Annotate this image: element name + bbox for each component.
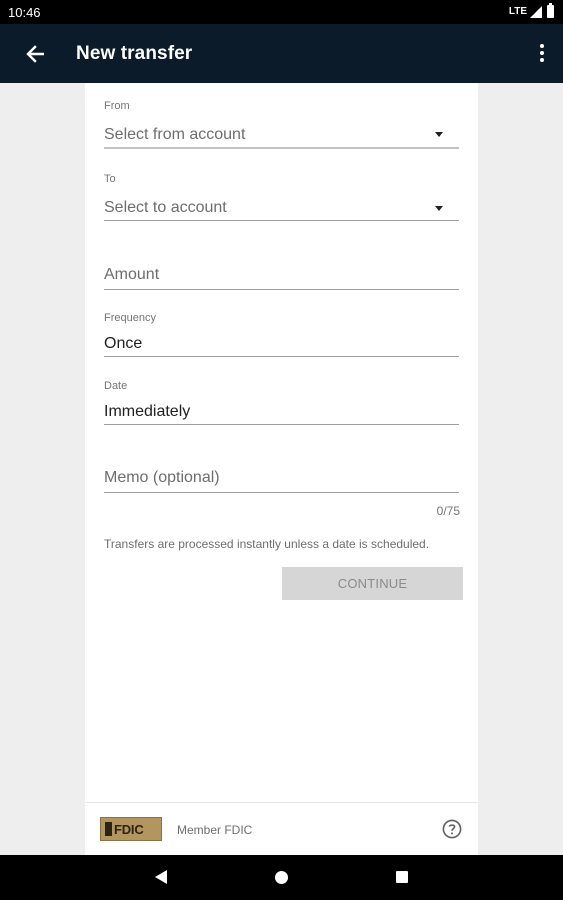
field-underline <box>104 356 459 357</box>
transfer-form-card: From Select from account To Select to ac… <box>85 83 478 855</box>
from-account-select[interactable]: From Select from account <box>104 83 459 153</box>
status-bar: 10:46 LTE <box>0 0 563 24</box>
field-underline <box>104 220 459 221</box>
dropdown-arrow-icon <box>435 132 443 137</box>
page-title: New transfer <box>76 43 193 64</box>
field-underline <box>104 147 459 149</box>
fdic-logo-text: FDIC <box>114 821 144 837</box>
battery-icon <box>547 3 554 18</box>
memo-placeholder: Memo (optional) <box>104 469 220 486</box>
to-account-select[interactable]: To Select to account <box>104 153 459 223</box>
signal-icon <box>530 6 542 18</box>
status-time: 10:46 <box>8 5 41 20</box>
back-button[interactable] <box>20 39 50 69</box>
arrow-back-icon <box>26 45 44 63</box>
to-placeholder: Select to account <box>104 199 227 216</box>
dropdown-arrow-icon <box>435 206 443 211</box>
member-fdic-text: Member FDIC <box>177 823 253 837</box>
frequency-label: Frequency <box>104 312 156 324</box>
nav-back-icon[interactable] <box>155 870 167 884</box>
field-underline <box>104 289 459 290</box>
field-underline <box>104 424 459 425</box>
fdic-logo: FDIC <box>100 817 162 841</box>
more-options-button[interactable] <box>539 41 545 65</box>
date-label: Date <box>104 380 128 392</box>
network-type: LTE <box>508 6 527 17</box>
from-placeholder: Select from account <box>104 126 246 143</box>
more-vert-icon <box>540 44 544 48</box>
helper-text: Transfers are processed instantly unless… <box>104 537 430 551</box>
memo-character-counter: 0/75 <box>436 504 460 518</box>
frequency-field[interactable]: Frequency Once <box>104 303 459 359</box>
amount-placeholder: Amount <box>104 266 160 283</box>
footer-divider <box>85 802 478 803</box>
to-label: To <box>104 173 116 185</box>
app-bar: New transfer <box>0 24 563 83</box>
field-underline <box>104 492 459 493</box>
fdic-mark <box>105 822 112 836</box>
continue-button[interactable]: CONTINUE <box>282 567 463 600</box>
amount-input[interactable]: Amount <box>104 243 459 293</box>
nav-home-icon[interactable] <box>275 871 288 884</box>
date-value: Immediately <box>104 403 191 420</box>
help-circle-icon[interactable] <box>442 819 462 839</box>
date-field[interactable]: Date Immediately <box>104 371 459 427</box>
frequency-value: Once <box>104 335 143 352</box>
from-label: From <box>104 100 130 112</box>
system-navigation-bar <box>0 855 563 900</box>
nav-recents-icon[interactable] <box>396 871 408 883</box>
memo-input[interactable]: Memo (optional) <box>104 443 459 495</box>
